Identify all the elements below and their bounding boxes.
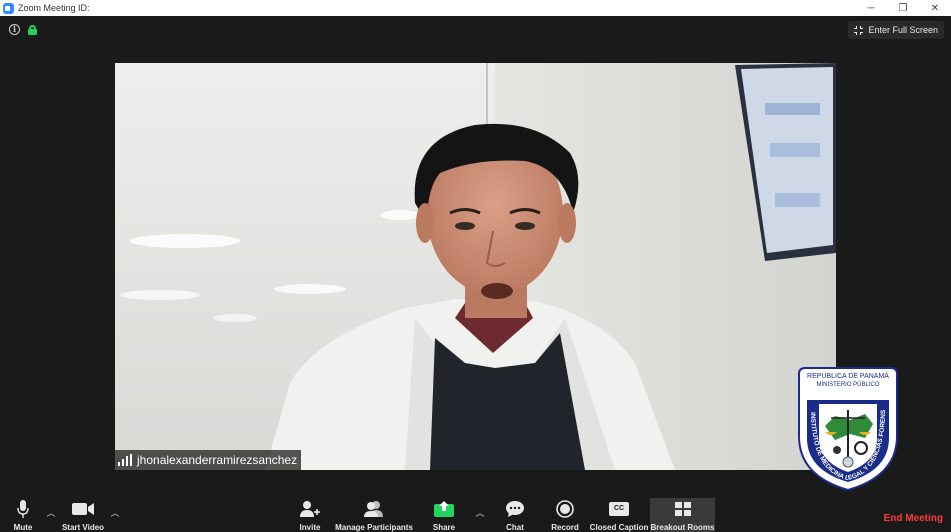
breakout-rooms-button[interactable]: Breakout Rooms [650, 498, 715, 532]
breakout-rooms-label: Breakout Rooms [650, 523, 715, 532]
manage-participants-label: Manage Participants [335, 523, 413, 532]
participant-name: jhonalexanderramirezsanchez [137, 453, 298, 467]
invite-label: Invite [299, 523, 321, 532]
share-screen-button[interactable]: Share [430, 498, 458, 532]
breakout-rooms-grid-icon [668, 498, 698, 520]
share-screen-icon [429, 498, 459, 520]
share-options-chevron-up-icon[interactable]: ︿ [475, 506, 485, 518]
start-video-button[interactable]: Start Video [60, 498, 106, 532]
chat-label: Chat [506, 523, 524, 532]
zoom-app-icon [3, 2, 14, 14]
share-label: Share [432, 523, 456, 532]
record-icon [550, 498, 580, 520]
chat-bubble-icon [500, 498, 530, 520]
participants-icon [359, 498, 389, 520]
close-button[interactable]: ✕ [919, 0, 951, 16]
start-video-label: Start Video [61, 523, 105, 532]
video-camera-icon [68, 498, 98, 520]
lock-icon[interactable] [28, 25, 37, 35]
record-button[interactable]: Record [550, 498, 580, 532]
manage-participants-button[interactable]: Manage Participants [335, 498, 413, 532]
video-frame [115, 63, 836, 470]
window-titlebar: Zoom Meeting ID: ─ ❐ ✕ [0, 0, 951, 16]
closed-caption-icon: CC [604, 498, 634, 520]
logo-top-line-1: REPÚBLICA DE PANAMÁ [807, 371, 889, 380]
restore-button[interactable]: ❐ [887, 0, 919, 16]
invite-person-icon [295, 498, 325, 520]
invite-button[interactable]: Invite [296, 498, 324, 532]
window-title: Zoom Meeting ID: [18, 3, 90, 13]
end-meeting-button[interactable]: End Meeting [884, 513, 943, 524]
fullscreen-icon [854, 25, 864, 35]
minimize-button[interactable]: ─ [855, 0, 887, 16]
audio-options-chevron-up-icon[interactable]: ︿ [46, 506, 56, 518]
meeting-toolbar: Mute ︿ Start Video ︿ Invite Manage Parti… [0, 498, 951, 532]
institute-seal-logo: REPÚBLICA DE PANAMÁ MINISTERIO PÚBLICO I… [795, 366, 898, 492]
participant-video[interactable] [115, 63, 836, 470]
window-controls: ─ ❐ ✕ [855, 0, 951, 16]
enter-full-screen-label: Enter Full Screen [868, 25, 938, 35]
chat-button[interactable]: Chat [501, 498, 529, 532]
closed-caption-label: Closed Caption [589, 523, 649, 532]
mute-button[interactable]: Mute [8, 498, 38, 532]
record-label: Record [551, 523, 579, 532]
logo-top-line-2: MINISTERIO PÚBLICO [816, 381, 879, 388]
enter-full-screen-button[interactable]: Enter Full Screen [848, 21, 944, 39]
participant-name-tag: jhonalexanderramirezsanchez [115, 450, 302, 470]
microphone-icon [8, 498, 38, 520]
info-icon[interactable]: i [9, 24, 20, 35]
mute-label: Mute [13, 523, 33, 532]
video-options-chevron-up-icon[interactable]: ︿ [110, 506, 120, 518]
signal-strength-icon [118, 454, 132, 466]
closed-caption-button[interactable]: CC Closed Caption [590, 498, 648, 532]
cc-glyph: CC [609, 502, 629, 516]
